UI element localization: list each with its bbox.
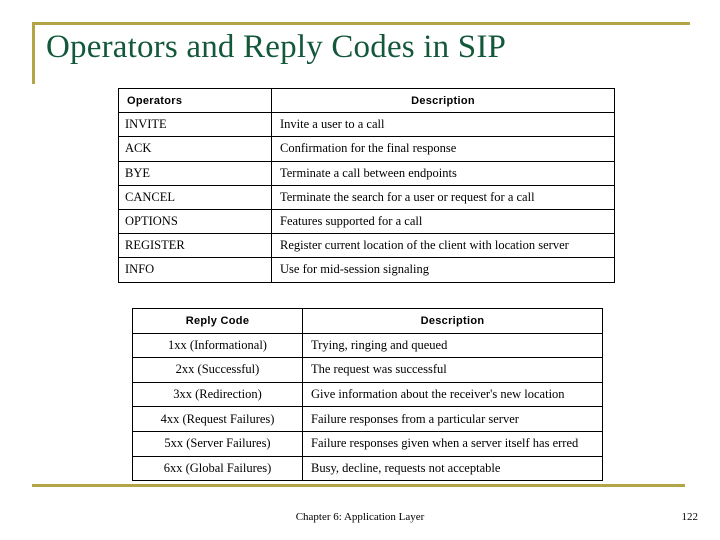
operator-description: Terminate a call between endpoints [271,160,615,186]
reply-codes-table-header-reply-code: Reply Code [132,308,303,334]
reply-codes-table: Reply Code Description 1xx (Informationa… [132,308,603,482]
table-row: 3xx (Redirection) Give information about… [132,381,603,408]
reply-code: 5xx (Server Failures) [132,430,303,457]
table-row: 4xx (Request Failures) Failure responses… [132,406,603,432]
operator-description: Confirmation for the final response [271,136,615,162]
table-row: 1xx (Informational) Trying, ringing and … [132,332,603,359]
table-row: CANCEL Terminate the search for a user o… [118,184,615,210]
operator-name: INVITE [118,112,272,138]
reply-code-description: Busy, decline, requests not acceptable [302,455,603,482]
reply-code: 4xx (Request Failures) [132,406,303,432]
table-row: 5xx (Server Failures) Failure responses … [132,430,603,457]
operator-description: Register current location of the client … [271,233,615,259]
reply-code: 2xx (Successful) [132,357,303,383]
footer-page-number: 122 [681,511,699,523]
table-row: ACK Confirmation for the final response [118,136,615,162]
reply-code-description: Failure responses given when a server it… [302,430,603,457]
table-row: INFO Use for mid-session signaling [118,257,615,283]
reply-code-description: Failure responses from a particular serv… [302,406,603,432]
operator-description: Terminate the search for a user or reque… [271,184,615,210]
page-title: Operators and Reply Codes in SIP [46,29,507,65]
operator-description: Invite a user to a call [271,112,615,138]
operator-name: OPTIONS [118,208,272,235]
reply-code-description: Trying, ringing and queued [302,332,603,359]
reply-code-description: Give information about the receiver's ne… [302,381,603,408]
reply-code-description: The request was successful [302,357,603,383]
table-row: 6xx (Global Failures) Busy, decline, req… [132,455,603,482]
operators-table-header-description: Description [271,87,615,114]
reply-code: 1xx (Informational) [132,332,303,359]
table-row: 2xx (Successful) The request was success… [132,357,603,383]
table-row: BYE Terminate a call between endpoints [118,160,615,186]
slide-bottom-rule [32,484,685,487]
operator-name: CANCEL [118,184,272,210]
operators-table-header-operators: Operators [118,87,272,114]
table-header-row: Operators Description [118,87,615,114]
operators-table: Operators Description INVITE Invite a us… [118,87,615,283]
table-row: REGISTER Register current location of th… [118,233,615,259]
operator-name: INFO [118,257,272,283]
operator-description: Features supported for a call [271,208,615,235]
footer-chapter-label: Chapter 6: Application Layer [295,511,425,523]
reply-code: 6xx (Global Failures) [132,455,303,482]
slide-left-rule [32,22,35,84]
operator-description: Use for mid-session signaling [271,257,615,283]
reply-codes-table-header-description: Description [302,308,603,334]
table-header-row: Reply Code Description [132,308,603,334]
operator-name: REGISTER [118,233,272,259]
operator-name: ACK [118,136,272,162]
operator-name: BYE [118,160,272,186]
table-row: OPTIONS Features supported for a call [118,208,615,235]
reply-code: 3xx (Redirection) [132,381,303,408]
slide-top-rule [32,22,690,25]
table-row: INVITE Invite a user to a call [118,112,615,138]
